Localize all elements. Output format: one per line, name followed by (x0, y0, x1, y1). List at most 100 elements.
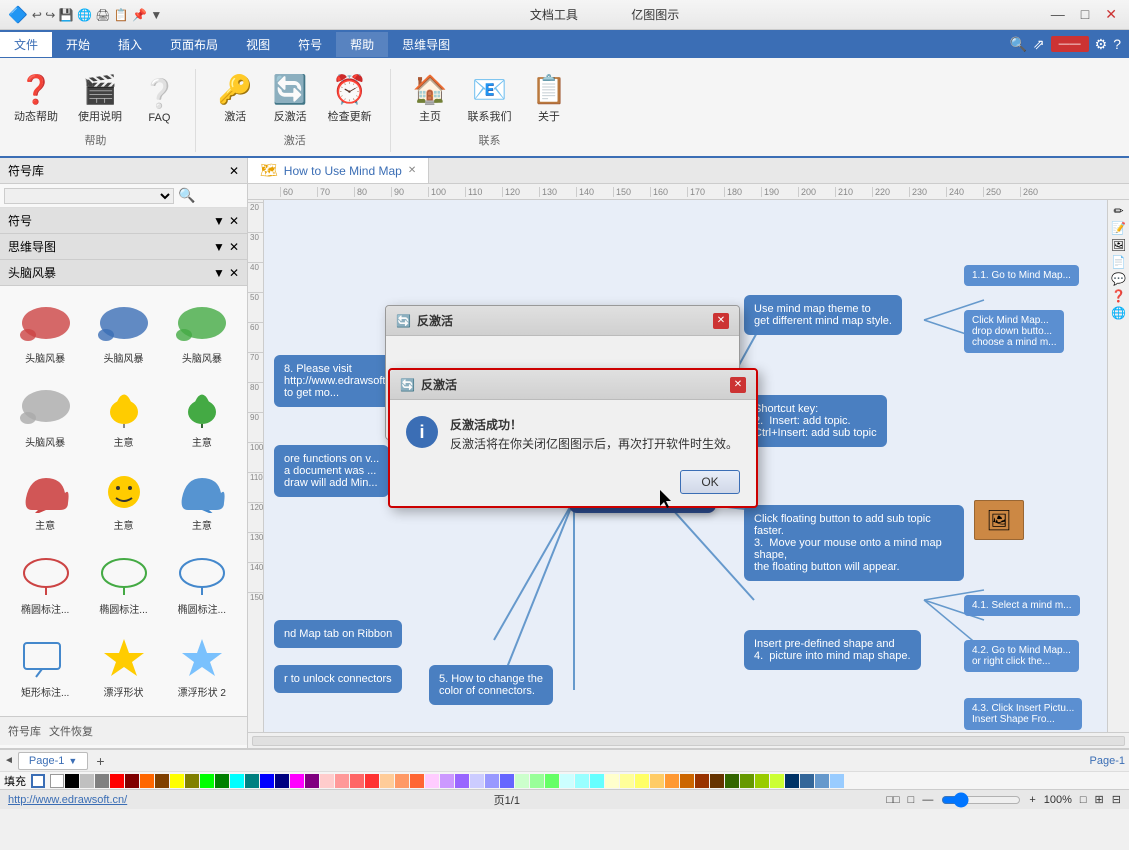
color-swatch[interactable] (815, 774, 829, 788)
list-item[interactable]: 椭圆标注... (8, 545, 82, 625)
list-item[interactable]: 头脑风暴 (165, 294, 239, 374)
color-swatch[interactable] (455, 774, 469, 788)
view-icon-2[interactable]: ⊞ (1095, 793, 1104, 806)
list-item[interactable]: 矩形标注... (8, 628, 82, 708)
color-swatch[interactable] (95, 774, 109, 788)
tab-mindmap[interactable]: 🗺 How to Use Mind Map ✕ (248, 158, 429, 183)
list-item[interactable]: 头脑风暴 (8, 378, 82, 458)
ribbon-btn-user-manual[interactable]: 🎬 使用说明 (72, 69, 128, 128)
node-change-color[interactable]: 5. How to change thecolor of connectors. (429, 665, 553, 705)
color-swatch[interactable] (635, 774, 649, 788)
page-prev-arrow[interactable]: ◄ (4, 755, 14, 766)
color-swatch[interactable] (770, 774, 784, 788)
ribbon-btn-dynamic-help[interactable]: ❓ 动态帮助 (8, 69, 64, 128)
maximize-btn[interactable]: □ (1077, 4, 1093, 25)
sidebar-section-expand-brainstorm[interactable]: ▼ (213, 266, 225, 280)
ribbon-btn-about[interactable]: 📋 关于 (526, 69, 573, 128)
color-swatch[interactable] (335, 774, 349, 788)
sidebar-section-symbol[interactable]: 符号 ▼ ✕ (0, 208, 247, 234)
color-swatch[interactable] (365, 774, 379, 788)
outer-dialog-title-bar[interactable]: 🔄 反激活 ✕ (386, 306, 739, 336)
node-4-2[interactable]: 4.2. Go to Mind Map...or right click the… (964, 640, 1079, 672)
color-swatch[interactable] (785, 774, 799, 788)
canvas-hscroll[interactable] (248, 732, 1129, 748)
sidebar-bottom-filerecovery[interactable]: 文件恢复 (49, 723, 93, 739)
outer-dialog-close-btn[interactable]: ✕ (713, 313, 729, 329)
color-swatch[interactable] (680, 774, 694, 788)
color-swatch[interactable] (695, 774, 709, 788)
color-swatch[interactable] (380, 774, 394, 788)
color-swatch[interactable] (140, 774, 154, 788)
close-btn[interactable]: ✕ (1101, 4, 1121, 25)
color-swatch[interactable] (320, 774, 334, 788)
color-swatch[interactable] (50, 774, 64, 788)
color-swatch[interactable] (260, 774, 274, 788)
page-tab-1[interactable]: Page-1 ▼ (18, 752, 88, 770)
menu-item-mindmap[interactable]: 思维导图 (388, 32, 464, 57)
color-swatch[interactable] (65, 774, 79, 788)
color-swatch[interactable] (545, 774, 559, 788)
color-swatch[interactable] (305, 774, 319, 788)
color-swatch[interactable] (170, 774, 184, 788)
list-item[interactable]: 头脑风暴 (8, 294, 82, 374)
ribbon-btn-contact[interactable]: 📧 联系我们 (462, 69, 518, 128)
color-swatch[interactable] (155, 774, 169, 788)
list-item[interactable]: 椭圆标注... (86, 545, 160, 625)
right-panel-btn-7[interactable]: 🌐 (1111, 306, 1126, 320)
inner-dialog-ok-btn[interactable]: OK (680, 470, 740, 494)
list-item[interactable]: 主意 (8, 461, 82, 541)
search-icon[interactable]: 🔍 (1009, 36, 1026, 53)
status-icon-2[interactable]: □ (908, 794, 915, 806)
sidebar-section-brainstorm[interactable]: 头脑风暴 ▼ ✕ (0, 260, 247, 286)
color-swatch[interactable] (500, 774, 514, 788)
search-icon[interactable]: 🔍 (178, 187, 195, 204)
node-floating-btn[interactable]: Click floating button to add sub topic f… (744, 505, 964, 581)
sidebar-section-close-symbol[interactable]: ✕ (229, 214, 239, 228)
node-1-2[interactable]: Click Mind Map...drop down butto...choos… (964, 310, 1064, 353)
color-swatch[interactable] (215, 774, 229, 788)
color-swatch[interactable] (740, 774, 754, 788)
view-icon-3[interactable]: ⊟ (1112, 793, 1121, 806)
ribbon-btn-deactivate[interactable]: 🔄 反激活 (267, 69, 314, 128)
sidebar-section-mindmap[interactable]: 思维导图 ▼ ✕ (0, 234, 247, 260)
color-swatch[interactable] (110, 774, 124, 788)
right-panel-btn-5[interactable]: 💬 (1111, 272, 1126, 286)
list-item[interactable]: 漂浮形状 (86, 628, 160, 708)
status-url[interactable]: http://www.edrawsoft.cn/ (8, 794, 127, 806)
node-1-1[interactable]: 1.1. Go to Mind Map... (964, 265, 1079, 286)
color-swatch[interactable] (755, 774, 769, 788)
menu-item-insert[interactable]: 插入 (104, 32, 156, 57)
color-swatch[interactable] (560, 774, 574, 788)
color-swatch[interactable] (530, 774, 544, 788)
right-panel-btn-1[interactable]: ✏ (1113, 204, 1123, 218)
color-swatch[interactable] (200, 774, 214, 788)
color-swatch[interactable] (80, 774, 94, 788)
inner-dialog-title-bar[interactable]: 🔄 反激活 ✕ (390, 370, 756, 400)
node-4-1[interactable]: 4.1. Select a mind m... (964, 595, 1080, 616)
menu-item-view[interactable]: 视图 (232, 32, 284, 57)
color-swatch[interactable] (410, 774, 424, 788)
color-swatch[interactable] (575, 774, 589, 788)
symbol-category-select[interactable] (4, 188, 174, 204)
node-unlock-connectors[interactable]: r to unlock connectors (274, 665, 402, 693)
color-swatch[interactable] (425, 774, 439, 788)
list-item[interactable]: 主意 (165, 461, 239, 541)
color-swatch[interactable] (350, 774, 364, 788)
right-panel-btn-2[interactable]: 📝 (1111, 221, 1126, 235)
node-shortcut[interactable]: Shortcut key:2. Insert: add topic.Ctrl+I… (744, 395, 887, 447)
view-icon-1[interactable]: □ (1080, 794, 1087, 806)
color-swatch[interactable] (125, 774, 139, 788)
color-swatch[interactable] (485, 774, 499, 788)
list-item[interactable]: 主意 (86, 461, 160, 541)
node-functions[interactable]: ore functions on v...a document was ...d… (274, 445, 389, 497)
color-swatch[interactable] (800, 774, 814, 788)
inner-dialog[interactable]: 🔄 反激活 ✕ i 反激活成功！ 反激活将在你关闭亿图图示后，再次打开软件时生效… (388, 368, 758, 508)
menu-item-symbol[interactable]: 符号 (284, 32, 336, 57)
color-swatch[interactable] (395, 774, 409, 788)
color-swatch[interactable] (275, 774, 289, 788)
list-item[interactable]: 主意 (86, 378, 160, 458)
color-swatch[interactable] (470, 774, 484, 788)
sidebar-section-expand-mindmap[interactable]: ▼ (213, 240, 225, 254)
color-swatch[interactable] (185, 774, 199, 788)
tab-close-btn[interactable]: ✕ (408, 165, 416, 176)
